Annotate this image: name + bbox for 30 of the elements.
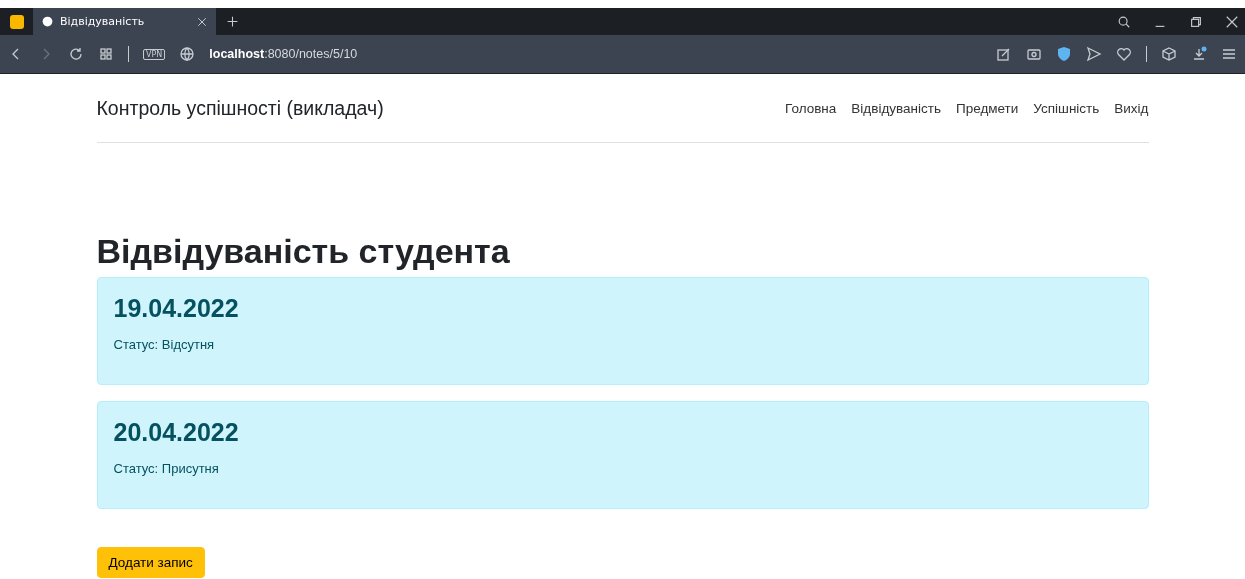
- close-icon[interactable]: [196, 15, 208, 28]
- add-record-button[interactable]: Додати запис: [96, 547, 205, 578]
- send-icon[interactable]: [1086, 46, 1102, 62]
- search-icon[interactable]: [1117, 14, 1131, 29]
- record-date: 20.04.2022: [113, 418, 240, 447]
- download-icon[interactable]: [1191, 46, 1207, 62]
- restore-icon[interactable]: [1189, 14, 1203, 29]
- browser-tab[interactable]: Відвідуваність: [33, 8, 216, 35]
- page-heading: Відвідуваність студента: [96, 232, 511, 271]
- nav-link[interactable]: Відвідуваність: [851, 100, 941, 116]
- nav-link[interactable]: Вихід: [1114, 100, 1149, 116]
- edit-icon[interactable]: [996, 46, 1012, 62]
- record-status: Статус: Присутня: [113, 461, 220, 476]
- close-window-icon[interactable]: [1225, 14, 1239, 29]
- record-status: Статус: Відсутня: [113, 337, 216, 352]
- record-date: 19.04.2022: [113, 294, 240, 323]
- camera-icon[interactable]: [1026, 46, 1042, 62]
- nav-link[interactable]: Успішність: [1033, 100, 1100, 116]
- app-logo-icon[interactable]: [9, 14, 24, 29]
- shield-icon[interactable]: [1056, 46, 1072, 62]
- new-tab-icon[interactable]: [226, 15, 239, 28]
- grid-icon[interactable]: [98, 46, 114, 62]
- site-brand[interactable]: Контроль успішності (викладач): [96, 96, 384, 120]
- address-field[interactable]: localhost:8080/notes/5/10: [209, 47, 358, 61]
- nav-link[interactable]: Предмети: [955, 100, 1019, 116]
- nav-link[interactable]: Головна: [785, 100, 837, 116]
- heart-icon[interactable]: [1116, 46, 1132, 62]
- cube-icon[interactable]: [1161, 46, 1177, 62]
- reload-icon[interactable]: [68, 46, 84, 62]
- vpn-badge[interactable]: VPN: [143, 48, 166, 60]
